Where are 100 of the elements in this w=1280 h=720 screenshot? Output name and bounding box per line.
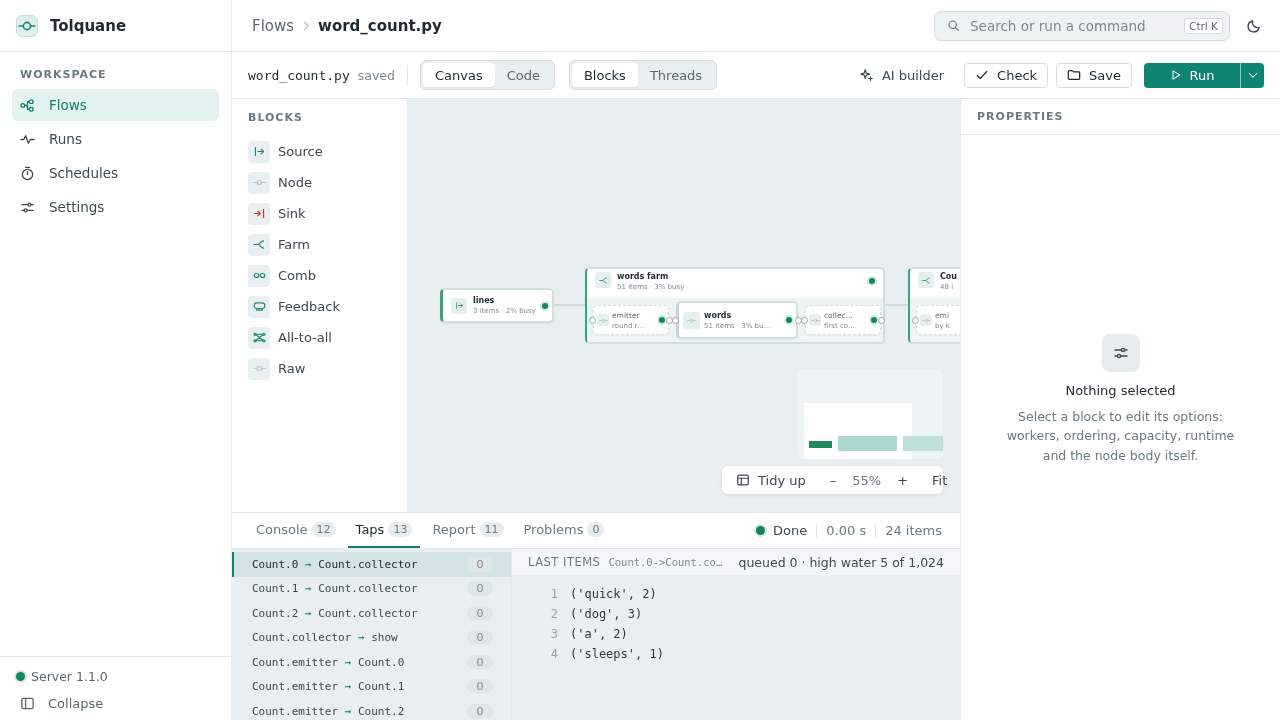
run-time: 0.00 s: [826, 523, 867, 538]
count-badge: 0: [587, 522, 605, 537]
tap-row[interactable]: Count.emitter → Count.1 0: [232, 674, 511, 699]
tab[interactable]: Threads: [637, 63, 715, 87]
sliders-icon: [1101, 333, 1140, 372]
node-title: words: [704, 310, 733, 320]
tap-row[interactable]: Count.emitter → Count.2 0: [232, 699, 511, 720]
block-item[interactable]: Sink: [248, 198, 391, 229]
shortcut-hint: Ctrl K: [1184, 17, 1223, 34]
count-badge: 0: [467, 556, 493, 572]
raw-icon: [248, 357, 270, 380]
status-dot: [869, 278, 875, 284]
node-title: words farm: [617, 272, 670, 281]
tap-label: Count.2 → Count.collector: [252, 606, 419, 620]
tap-label: Count.0 → Count.collector: [252, 557, 419, 571]
status-dot: [871, 317, 877, 323]
cross-links-icon: [248, 326, 270, 349]
run-status: Done: [773, 523, 808, 538]
zoom-in-button[interactable]: +: [893, 469, 913, 491]
page-title: word_count.py: [318, 16, 442, 35]
breadcrumb-link[interactable]: Flows: [252, 16, 295, 35]
node-icon: [683, 311, 700, 329]
save-button[interactable]: Save: [1056, 62, 1132, 88]
tap-label: Count.emitter → Count.1: [252, 680, 406, 694]
tap-label: Count.1 → Count.collector: [252, 582, 419, 596]
output-line: ('dog', 3): [570, 607, 643, 621]
sink-icon: [248, 202, 270, 225]
tab[interactable]: Code: [494, 63, 552, 87]
tab[interactable]: Problems 0: [515, 513, 613, 548]
block-item[interactable]: All-to-all: [248, 322, 391, 353]
fork-icon: [918, 272, 934, 288]
tab[interactable]: Report 11: [424, 513, 512, 548]
nav-item[interactable]: Runs: [12, 123, 219, 155]
play-icon: [1169, 69, 1182, 81]
zoom-out-button[interactable]: –: [825, 469, 841, 491]
run-options-button[interactable]: [1240, 62, 1264, 88]
tab[interactable]: Blocks: [571, 63, 638, 87]
block-item[interactable]: Node: [248, 167, 391, 198]
save-status: saved: [357, 67, 395, 83]
section-heading: WORKSPACE: [20, 68, 108, 81]
search-field[interactable]: Search or run a command: [968, 16, 1177, 35]
rings-icon: [248, 264, 270, 287]
zoom-level: 55%: [851, 472, 883, 488]
status-dot: [659, 317, 665, 323]
block-item[interactable]: Comb: [248, 260, 391, 291]
run-button[interactable]: Run: [1144, 62, 1240, 88]
block-item[interactable]: Raw: [248, 353, 391, 384]
tap-row[interactable]: Count.2 → Count.collector 0: [232, 601, 511, 626]
folder-icon: [1067, 68, 1082, 82]
port[interactable]: [912, 317, 919, 324]
item-count: 24 items: [885, 523, 942, 538]
minimap-drawing[interactable]: [797, 369, 943, 459]
panel-icon: [20, 696, 35, 711]
block-item[interactable]: Feedback: [248, 291, 391, 322]
search-bar[interactable]: Search or run a command Ctrl K: [934, 10, 1230, 41]
nav-item[interactable]: Flows: [12, 89, 219, 121]
block-item[interactable]: Farm: [248, 229, 391, 260]
tap-row[interactable]: Count.1 → Count.collector 0: [232, 576, 511, 601]
node-icon: [809, 314, 821, 326]
nav-item[interactable]: Schedules: [12, 157, 219, 189]
port[interactable]: [589, 317, 596, 324]
tap-label: Count.collector → show: [252, 631, 399, 645]
tap-row[interactable]: Count.emitter → Count.0 0: [232, 650, 511, 675]
output-line: ('a', 2): [570, 627, 628, 641]
node-title: lines: [473, 296, 496, 305]
status-dot: [541, 302, 548, 309]
check-icon: [975, 68, 990, 82]
count-badge: 13: [388, 522, 413, 537]
count-badge: 0: [467, 605, 493, 621]
count-badge: 0: [467, 630, 493, 646]
port[interactable]: [878, 317, 885, 324]
node-icon: [920, 314, 932, 326]
node-icon: [597, 314, 609, 326]
block-item[interactable]: Source: [248, 136, 391, 167]
fork-icon: [248, 233, 270, 256]
output-line: ('quick', 2): [570, 587, 657, 601]
panel-heading: PROPERTIES: [961, 99, 1280, 135]
count-badge: 0: [467, 679, 493, 695]
status-dot: [756, 526, 766, 535]
ai-builder-button[interactable]: AI builder: [859, 67, 945, 83]
source-icon: [451, 297, 467, 314]
collapse-button[interactable]: Collapse: [16, 693, 215, 714]
file-name: word_count.py: [248, 67, 350, 83]
tap-label: Count.emitter → Count.2: [252, 704, 406, 718]
sparkle-icon: [859, 68, 874, 82]
tab[interactable]: Canvas: [422, 63, 495, 87]
tap-row[interactable]: Count.0 → Count.collector 0: [232, 552, 511, 577]
line-number: 3: [550, 627, 558, 641]
check-button[interactable]: Check: [964, 62, 1049, 88]
empty-state-title: Nothing selected: [1065, 382, 1176, 398]
output-line: ('sleeps', 1): [570, 647, 664, 661]
fit-button[interactable]: Fit: [928, 469, 952, 491]
line-number: 2: [550, 607, 558, 621]
flow-icon: [20, 97, 35, 113]
tab[interactable]: Console 12: [248, 513, 344, 548]
tidy-up-button[interactable]: Tidy up: [732, 469, 810, 491]
fork-icon: [595, 272, 611, 288]
nav-item[interactable]: Settings: [12, 191, 219, 223]
tap-row[interactable]: Count.collector → show 0: [232, 625, 511, 650]
loop-icon: [248, 295, 270, 318]
